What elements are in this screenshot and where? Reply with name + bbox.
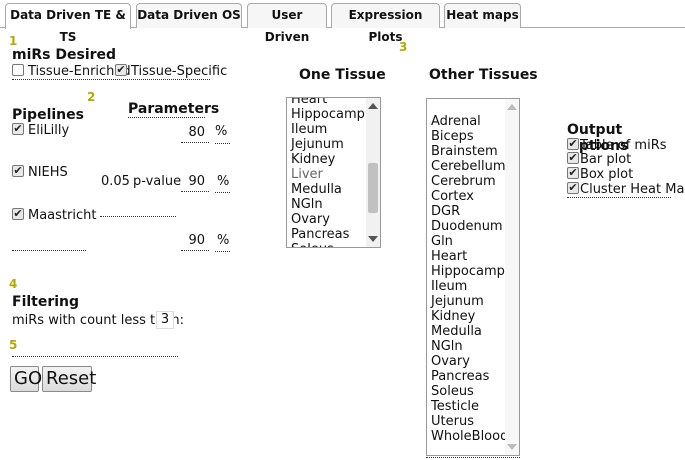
mirs-desired-heading: miRs Desired xyxy=(12,47,117,63)
parameters-heading: Parameters xyxy=(128,101,220,117)
pipeline-elililly-label: EliLilly xyxy=(28,123,70,138)
elililly-percent-label: % xyxy=(215,124,228,139)
step-number-1: 1 xyxy=(9,34,18,48)
one-tissue-scroll-thumb[interactable] xyxy=(368,163,378,213)
maastricht-percent-underline xyxy=(215,251,230,252)
tissue-specific-label: Tissue-Specific xyxy=(131,64,228,79)
pipelines-heading: Pipelines xyxy=(12,107,84,123)
niehs-percent-label: % xyxy=(217,174,230,189)
tissue-enriched-checkbox[interactable] xyxy=(12,64,24,76)
tab-expression-plots[interactable]: Expression Plots xyxy=(331,3,440,44)
tab-data-driven-os[interactable]: Data Driven OS xyxy=(136,3,242,28)
pipeline-niehs-label: NIEHS xyxy=(28,165,68,180)
other-tissues-listbox[interactable]: Adrenal Biceps Brainstem Cerebellum Cerebrum… xyxy=(426,98,520,456)
other-tissues-underline xyxy=(426,457,520,458)
niehs-percent-underline xyxy=(215,192,230,193)
tab-data-driven-te-ts[interactable]: Data Driven TE & TS xyxy=(5,3,131,44)
pipeline-elililly-checkbox[interactable]: ✔ xyxy=(12,123,24,135)
tab-heat-maps[interactable]: Heat maps xyxy=(444,3,521,28)
output-options-underline xyxy=(567,197,671,198)
scroll-up-arrow-icon[interactable] xyxy=(368,103,378,109)
niehs-pvalue-value: 0.05 xyxy=(101,174,130,189)
output-bar-plot-label: Bar plot xyxy=(580,152,632,167)
one-tissue-scrollbar[interactable] xyxy=(366,98,380,247)
tab-bar: Data Driven TE & TS Data Driven OS User … xyxy=(0,0,685,44)
mirs-desired-underline xyxy=(12,79,210,80)
filtering-underline xyxy=(12,356,178,357)
other-tissues-scrollbar[interactable] xyxy=(505,99,519,455)
step-number-4: 4 xyxy=(9,277,18,291)
output-box-plot-label: Box plot xyxy=(580,167,634,182)
scroll-down-arrow-icon[interactable] xyxy=(368,236,378,242)
tissue-specific-checkbox[interactable]: ✔ xyxy=(115,64,127,76)
maastricht-threshold-input[interactable]: 90 xyxy=(181,232,209,251)
one-tissue-heading: One Tissue xyxy=(299,67,386,83)
maastricht-percent-label: % xyxy=(217,233,230,248)
niehs-threshold-input[interactable]: 90 xyxy=(181,173,209,192)
step-number-3: 3 xyxy=(399,40,408,54)
pipeline-maastricht-label: Maastricht xyxy=(28,208,97,223)
elililly-percent-underline xyxy=(215,143,230,144)
output-cluster-heat-map-checkbox[interactable]: ✔ xyxy=(567,182,579,194)
niehs-pvalue-label: p-value xyxy=(133,174,182,189)
output-table-of-mirs-checkbox[interactable]: ✔ xyxy=(567,138,579,150)
parameters-underline xyxy=(128,117,205,118)
scroll-down-arrow-icon[interactable] xyxy=(507,444,517,450)
maastricht-extra-underline xyxy=(12,250,86,251)
other-tissues-heading: Other Tissues xyxy=(429,67,538,83)
filtering-heading: Filtering xyxy=(12,294,80,310)
go-button[interactable]: GO xyxy=(10,366,42,392)
pipeline-niehs-checkbox[interactable]: ✔ xyxy=(12,165,24,177)
step-number-2: 2 xyxy=(87,90,96,104)
output-table-of-mirs-label: Table of miRs xyxy=(580,138,667,153)
pipeline-maastricht-checkbox[interactable]: ✔ xyxy=(12,208,24,220)
output-bar-plot-checkbox[interactable]: ✔ xyxy=(567,152,579,164)
maastricht-param-underline xyxy=(100,216,176,217)
filtering-count-input[interactable]: 3 xyxy=(156,311,174,329)
scroll-up-arrow-icon[interactable] xyxy=(507,104,517,110)
reset-button[interactable]: Reset xyxy=(42,366,96,392)
tab-user-driven[interactable]: User Driven xyxy=(247,3,327,44)
elililly-threshold-input[interactable]: 80 xyxy=(181,124,209,143)
output-box-plot-checkbox[interactable]: ✔ xyxy=(567,167,579,179)
one-tissue-listbox[interactable]: Heart Hippocampus Ileum Jejunum Kidney Liver M… xyxy=(286,97,381,248)
step-number-5: 5 xyxy=(9,338,18,352)
output-cluster-heat-map-label: Cluster Heat Map xyxy=(580,182,685,197)
